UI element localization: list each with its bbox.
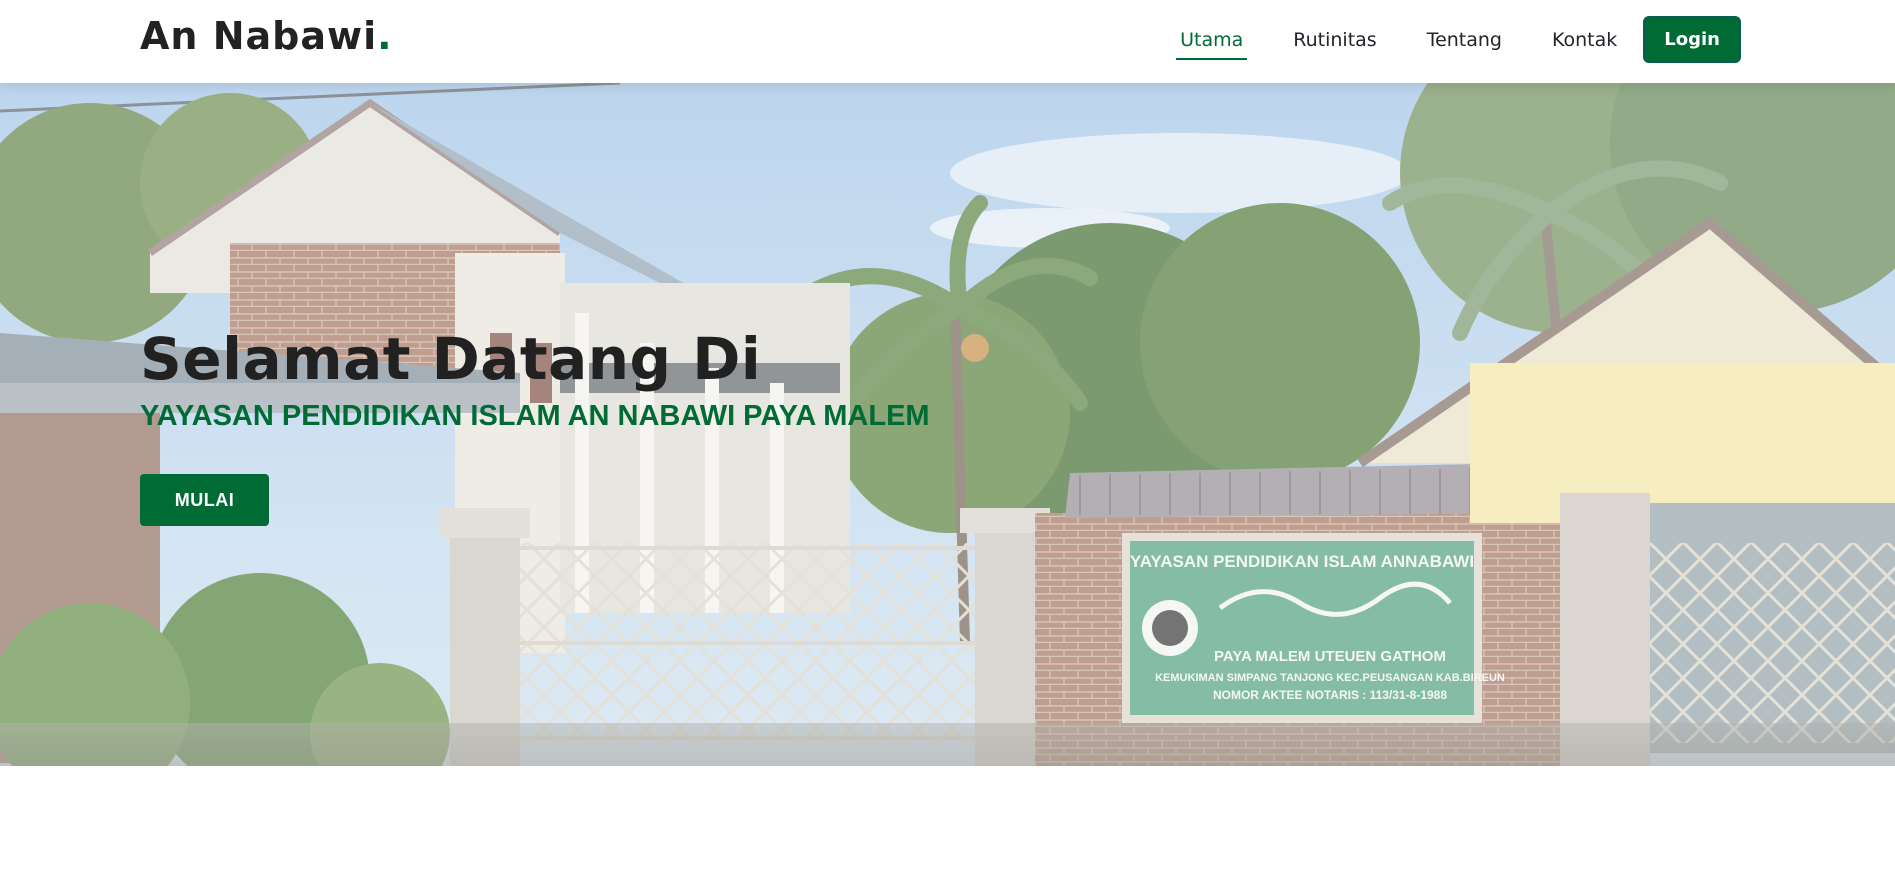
site-header: An Nabawi. Utama Rutinitas Tentang Konta… (0, 0, 1895, 83)
hero-section: YAYASAN PENDIDIKAN ISLAM ANNABAWI PAYA M… (0, 83, 1895, 766)
brand-dot: . (377, 14, 393, 58)
start-button[interactable]: MULAI (140, 474, 269, 526)
hero-subtitle: YAYASAN PENDIDIKAN ISLAM AN NABAWI PAYA … (140, 400, 930, 432)
nav-item-utama[interactable]: Utama (1176, 19, 1248, 60)
brand-logo[interactable]: An Nabawi. (140, 14, 393, 58)
login-button[interactable]: Login (1643, 15, 1741, 63)
main-nav: Utama Rutinitas Tentang Kontak Login (1134, 15, 1741, 63)
hero-title: Selamat Datang Di (140, 325, 762, 393)
nav-item-tentang[interactable]: Tentang (1423, 19, 1506, 60)
nav-item-kontak[interactable]: Kontak (1548, 19, 1621, 60)
brand-name: An Nabawi (140, 14, 378, 58)
nav-item-rutinitas[interactable]: Rutinitas (1289, 19, 1380, 60)
